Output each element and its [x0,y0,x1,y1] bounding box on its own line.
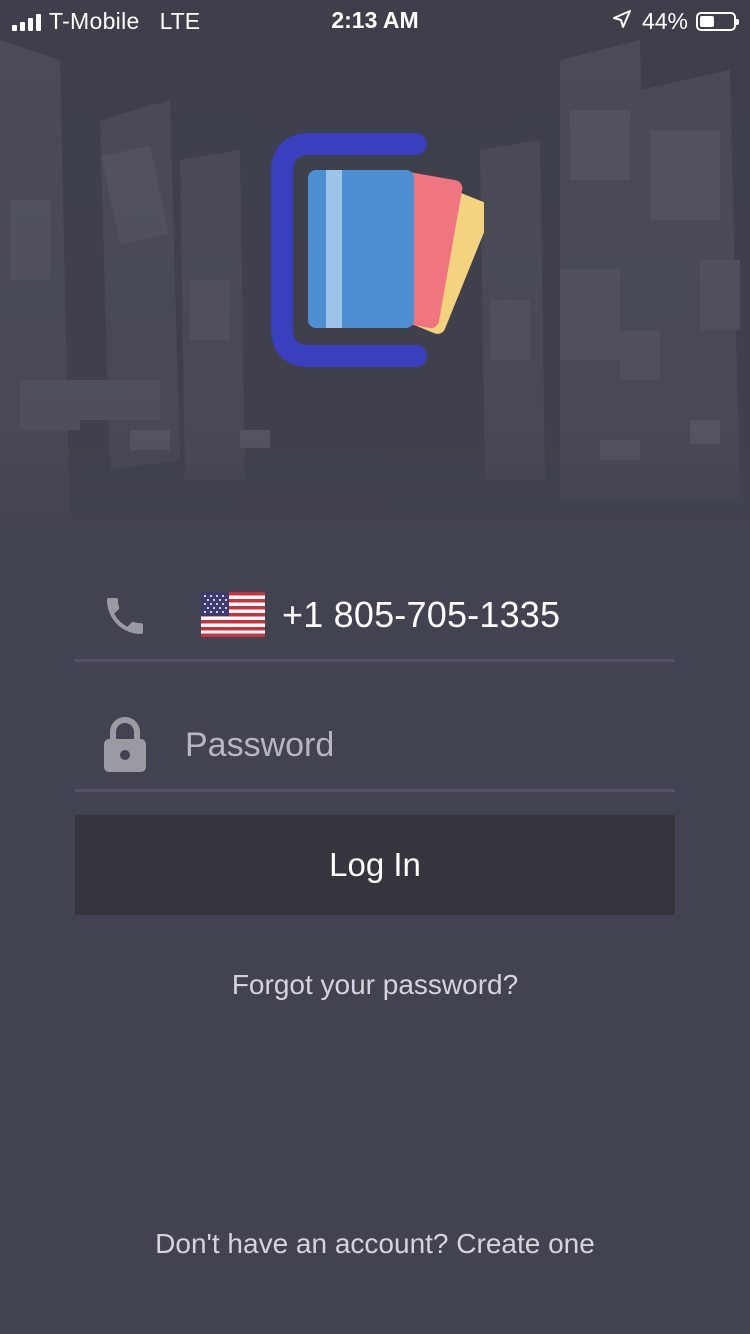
signup-prompt-text: Don't have an account? [155,1228,449,1259]
app-logo [270,132,492,368]
create-account-link[interactable]: Create one [456,1228,595,1259]
location-arrow-icon [612,8,632,35]
phone-icon [100,592,150,645]
login-button[interactable]: Log In [75,815,675,915]
signal-bars-icon [12,13,41,31]
battery-icon [696,12,739,31]
battery-percentage: 44% [641,8,688,34]
password-input[interactable] [185,722,665,768]
phone-field-underline [75,659,675,662]
phone-number-value[interactable]: +1 805-705-1335 [282,594,560,636]
network-type: LTE [159,8,201,34]
password-field-underline [75,789,675,792]
forgot-password-link[interactable]: Forgot your password? [0,969,750,1001]
signup-prompt: Don't have an account? Create one [0,1228,750,1260]
carrier-name: T-Mobile [49,8,140,34]
status-bar: T-Mobile LTE 2:13 AM 44% [0,0,750,40]
phone-field[interactable]: +1 805-705-1335 [75,592,675,662]
password-field[interactable] [75,717,675,792]
lock-icon [100,714,150,779]
us-flag-icon[interactable] [201,592,265,637]
